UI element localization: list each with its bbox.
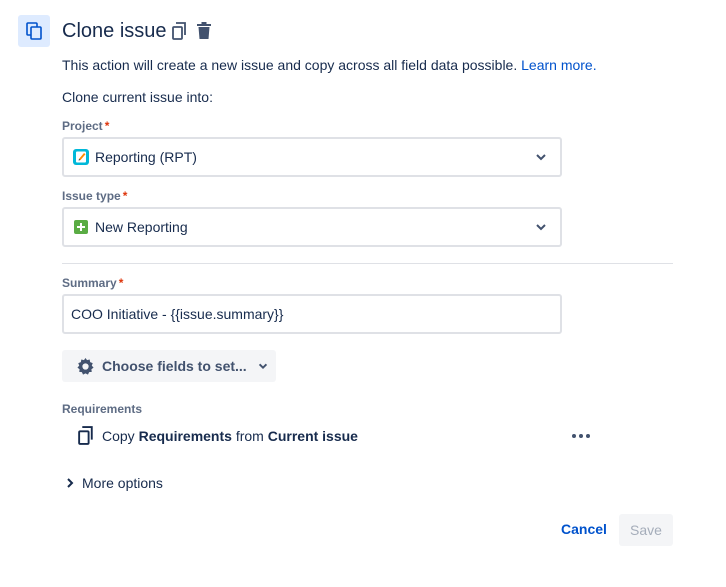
chevron-right-icon xyxy=(67,478,74,488)
required-marker: * xyxy=(104,119,110,133)
issue-type-label-text: Issue type xyxy=(62,189,121,203)
copy-source: Current issue xyxy=(267,428,358,444)
project-label-text: Project xyxy=(62,119,103,133)
required-marker: * xyxy=(118,276,124,290)
more-options-toggle[interactable]: More options xyxy=(66,475,163,491)
issue-type-value: New Reporting xyxy=(95,219,188,235)
chevron-down-icon xyxy=(536,154,546,161)
clone-icon xyxy=(18,15,50,47)
plus-square-icon xyxy=(73,219,89,235)
trash-icon[interactable] xyxy=(195,21,213,41)
project-select[interactable]: Reporting (RPT) xyxy=(62,137,562,177)
summary-label-text: Summary xyxy=(62,276,117,290)
copy-middle: from xyxy=(235,428,264,444)
description: This action will create a new issue and … xyxy=(62,57,597,73)
clone-subtitle: Clone current issue into: xyxy=(62,89,213,105)
summary-label: Summary * xyxy=(62,276,123,290)
choose-fields-button[interactable]: Choose fields to set... xyxy=(62,350,276,382)
more-actions-icon[interactable] xyxy=(572,427,590,445)
requirements-row: Copy Requirements from Current issue xyxy=(78,425,594,447)
more-options-label: More options xyxy=(82,475,163,491)
save-button[interactable]: Save xyxy=(619,514,673,546)
project-value: Reporting (RPT) xyxy=(95,149,197,165)
title-actions xyxy=(171,21,213,41)
gear-icon xyxy=(76,357,95,376)
issue-type-label: Issue type * xyxy=(62,189,127,203)
summary-input[interactable] xyxy=(62,294,562,334)
chevron-down-icon xyxy=(536,224,546,231)
issue-type-select[interactable]: New Reporting xyxy=(62,207,562,247)
divider xyxy=(62,263,673,264)
copy-icon[interactable] xyxy=(171,21,189,41)
learn-more-link[interactable]: Learn more. xyxy=(521,57,596,73)
project-label: Project * xyxy=(62,119,109,133)
choose-fields-label: Choose fields to set... xyxy=(102,358,247,374)
requirements-label: Requirements xyxy=(62,402,143,416)
copy-field: Requirements xyxy=(138,428,232,444)
cancel-button[interactable]: Cancel xyxy=(561,521,607,537)
requirements-text: Copy Requirements from Current issue xyxy=(102,428,358,444)
copy-icon xyxy=(78,426,96,446)
page-title: Clone issue xyxy=(62,20,167,42)
copy-prefix: Copy xyxy=(102,428,135,444)
description-text: This action will create a new issue and … xyxy=(62,57,518,73)
project-icon xyxy=(73,149,89,165)
chevron-down-icon xyxy=(258,363,267,370)
required-marker: * xyxy=(122,189,128,203)
